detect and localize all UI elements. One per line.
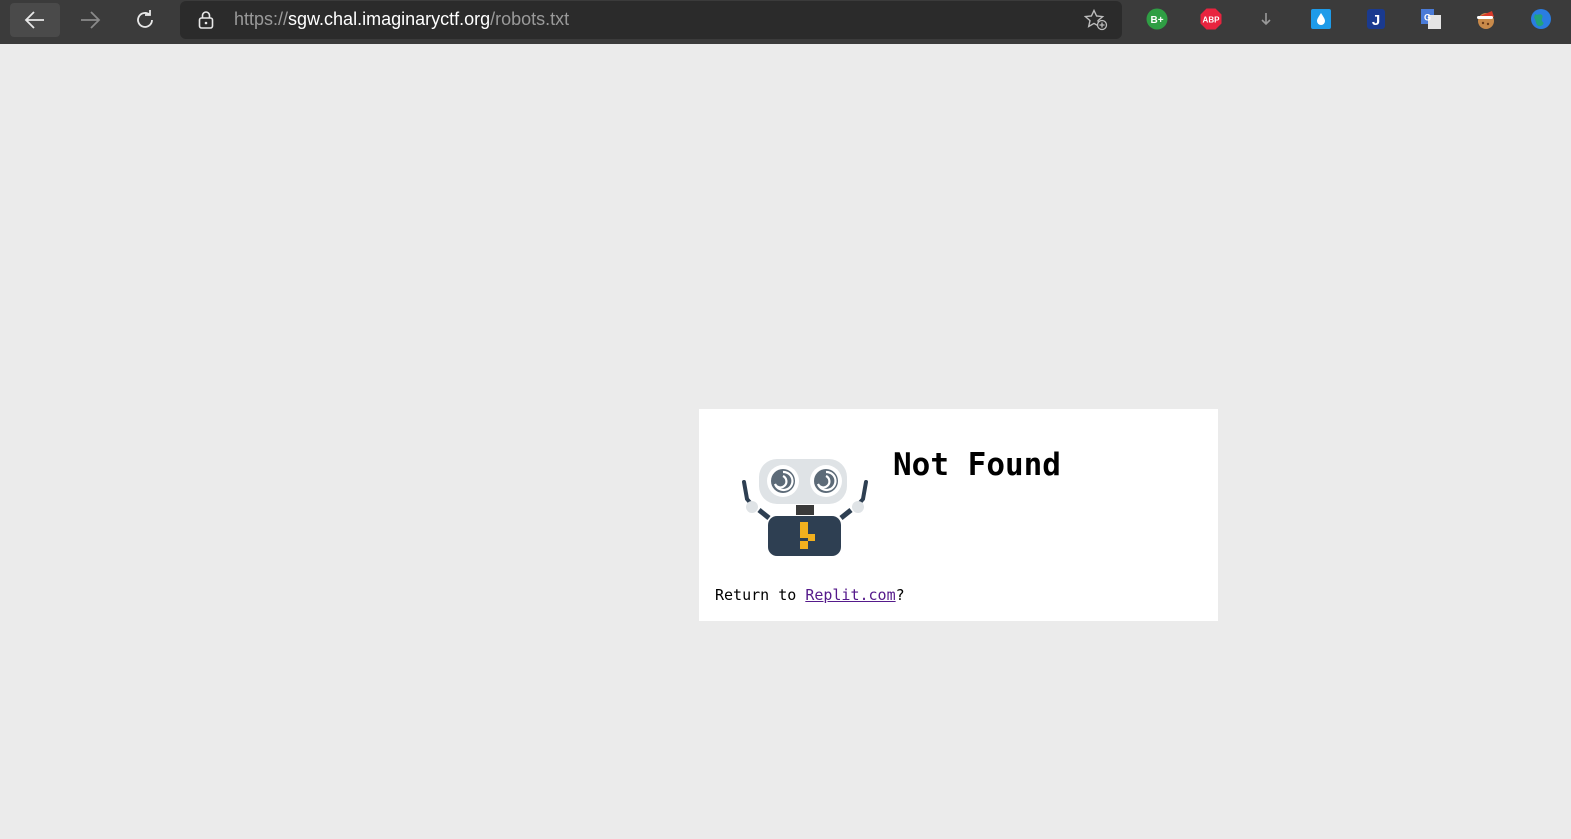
- ext-label-abp: ABP: [1203, 16, 1221, 25]
- ext-label-bplus: B+: [1150, 15, 1163, 26]
- forward-button[interactable]: [65, 3, 115, 37]
- ext-label-j: J: [1372, 12, 1380, 29]
- page-title: Not Found: [893, 447, 1061, 483]
- not-found-card: Not Found Return to Replit.com?: [699, 409, 1218, 621]
- replit-link[interactable]: Replit.com: [805, 586, 895, 604]
- better-twitch-icon[interactable]: B+: [1146, 8, 1168, 30]
- download-icon[interactable]: [1255, 8, 1277, 30]
- arrow-left-icon: [24, 11, 44, 29]
- address-bar[interactable]: https://sgw.chal.imaginaryctf.org/robots…: [180, 1, 1122, 39]
- j-extension-icon[interactable]: J: [1365, 8, 1387, 30]
- google-translate-icon[interactable]: G: [1420, 8, 1442, 30]
- cookie-santa-icon[interactable]: [1475, 8, 1497, 30]
- arrow-right-icon: [81, 11, 101, 29]
- url-host: sgw.chal.imaginaryctf.org: [288, 9, 491, 29]
- return-message: Return to Replit.com?: [715, 586, 905, 604]
- url-scheme: https://: [234, 9, 289, 29]
- url-text[interactable]: https://sgw.chal.imaginaryctf.org/robots…: [234, 9, 569, 30]
- add-favorite-icon[interactable]: [1084, 9, 1108, 31]
- back-button[interactable]: [10, 3, 60, 37]
- ext-label-g: G: [1424, 13, 1431, 23]
- reload-button[interactable]: [120, 3, 170, 37]
- return-prefix: Return to: [715, 586, 806, 604]
- browser-toolbar: https://sgw.chal.imaginaryctf.org/robots…: [0, 0, 1571, 44]
- raindrop-icon[interactable]: [1310, 8, 1332, 30]
- adblock-plus-icon[interactable]: ABP: [1200, 8, 1222, 30]
- robot-illustration: [742, 459, 868, 556]
- lock-icon[interactable]: [196, 10, 216, 30]
- refresh-icon: [137, 10, 153, 28]
- return-suffix: ?: [895, 586, 905, 604]
- globe-icon[interactable]: [1530, 8, 1552, 30]
- url-path: /robots.txt: [490, 9, 570, 29]
